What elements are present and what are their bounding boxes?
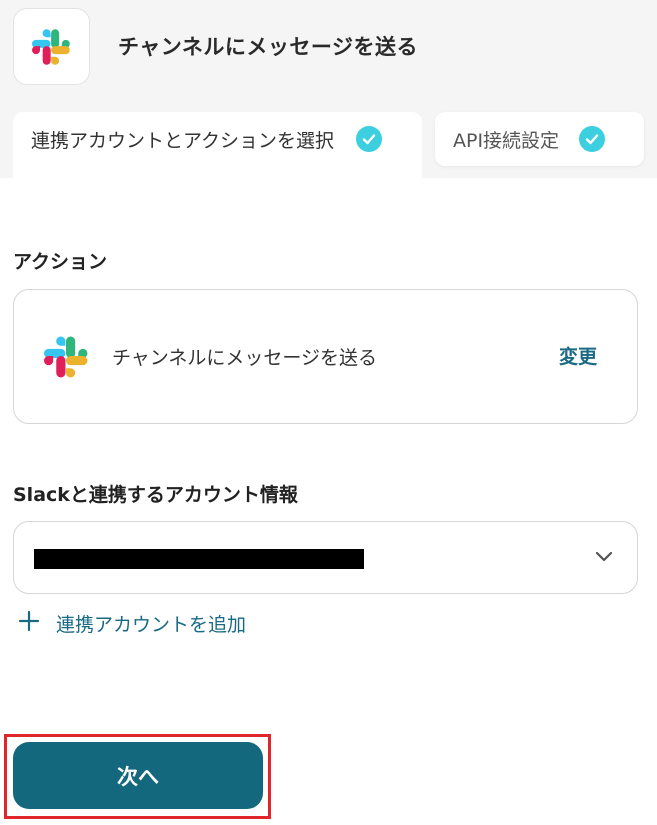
tab-api-settings[interactable]: API接続設定 <box>435 112 644 166</box>
check-icon <box>356 126 383 152</box>
action-card: チャンネルにメッセージを送る 変更 <box>13 289 638 424</box>
tab-label: 連携アカウントとアクションを選択 <box>31 129 335 152</box>
app-icon-container <box>13 8 90 85</box>
next-button[interactable]: 次へ <box>13 742 263 809</box>
add-account-link[interactable]: 連携アカウントを追加 <box>18 609 246 637</box>
tab-account-action-select[interactable]: 連携アカウントとアクションを選択 <box>13 112 422 182</box>
chevron-down-icon[interactable] <box>593 546 615 568</box>
slack-logo-icon <box>44 336 88 377</box>
action-section-label: アクション <box>13 251 108 273</box>
slack-logo-icon <box>31 28 70 65</box>
tab-label: API接続設定 <box>453 129 560 152</box>
redacted-account-value <box>34 549 364 569</box>
check-icon <box>579 126 606 152</box>
action-name: チャンネルにメッセージを送る <box>112 347 378 369</box>
add-account-label: 連携アカウントを追加 <box>56 613 247 636</box>
account-section-label: Slackと連携するアカウント情報 <box>13 484 298 506</box>
change-action-button[interactable]: 変更 <box>559 342 597 369</box>
account-select[interactable] <box>13 521 638 594</box>
plus-icon <box>18 609 40 637</box>
page-title: チャンネルにメッセージを送る <box>118 35 418 59</box>
